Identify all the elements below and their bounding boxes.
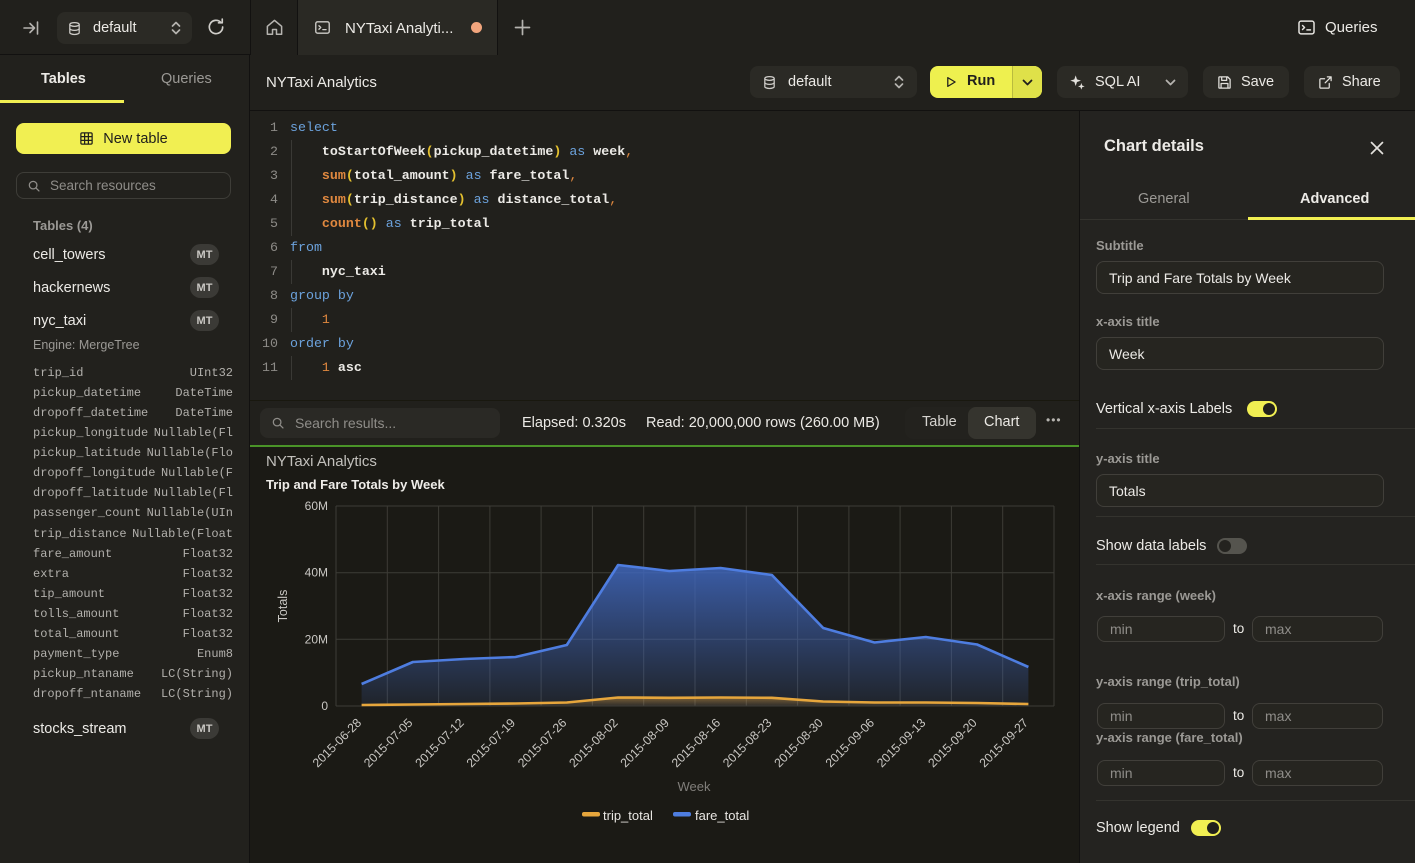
svg-text:2015-08-16: 2015-08-16: [669, 716, 723, 770]
svg-text:2015-07-05: 2015-07-05: [361, 716, 415, 770]
svg-text:2015-08-30: 2015-08-30: [771, 716, 825, 770]
svg-text:2015-09-27: 2015-09-27: [977, 716, 1031, 770]
svg-text:NYTaxi Analytics: NYTaxi Analytics: [266, 453, 377, 470]
svg-text:trip_total: trip_total: [603, 808, 653, 823]
svg-text:0: 0: [321, 699, 328, 713]
svg-text:2015-08-23: 2015-08-23: [720, 716, 774, 770]
svg-text:2015-06-28: 2015-06-28: [310, 716, 364, 770]
svg-text:2015-07-19: 2015-07-19: [464, 716, 518, 770]
svg-text:2015-09-13: 2015-09-13: [874, 716, 928, 770]
svg-text:20M: 20M: [305, 632, 328, 646]
svg-text:2015-08-02: 2015-08-02: [566, 716, 620, 770]
svg-text:2015-09-06: 2015-09-06: [823, 716, 877, 770]
svg-text:fare_total: fare_total: [695, 808, 749, 823]
svg-text:Week: Week: [678, 779, 711, 794]
svg-text:Trip and Fare Totals by Week: Trip and Fare Totals by Week: [266, 477, 445, 492]
svg-text:2015-07-26: 2015-07-26: [515, 716, 569, 770]
svg-text:2015-09-20: 2015-09-20: [925, 716, 979, 770]
svg-text:Totals: Totals: [276, 590, 290, 623]
svg-text:2015-08-09: 2015-08-09: [618, 716, 672, 770]
svg-text:40M: 40M: [305, 566, 328, 580]
svg-text:60M: 60M: [305, 499, 328, 513]
svg-text:2015-07-12: 2015-07-12: [412, 716, 466, 770]
